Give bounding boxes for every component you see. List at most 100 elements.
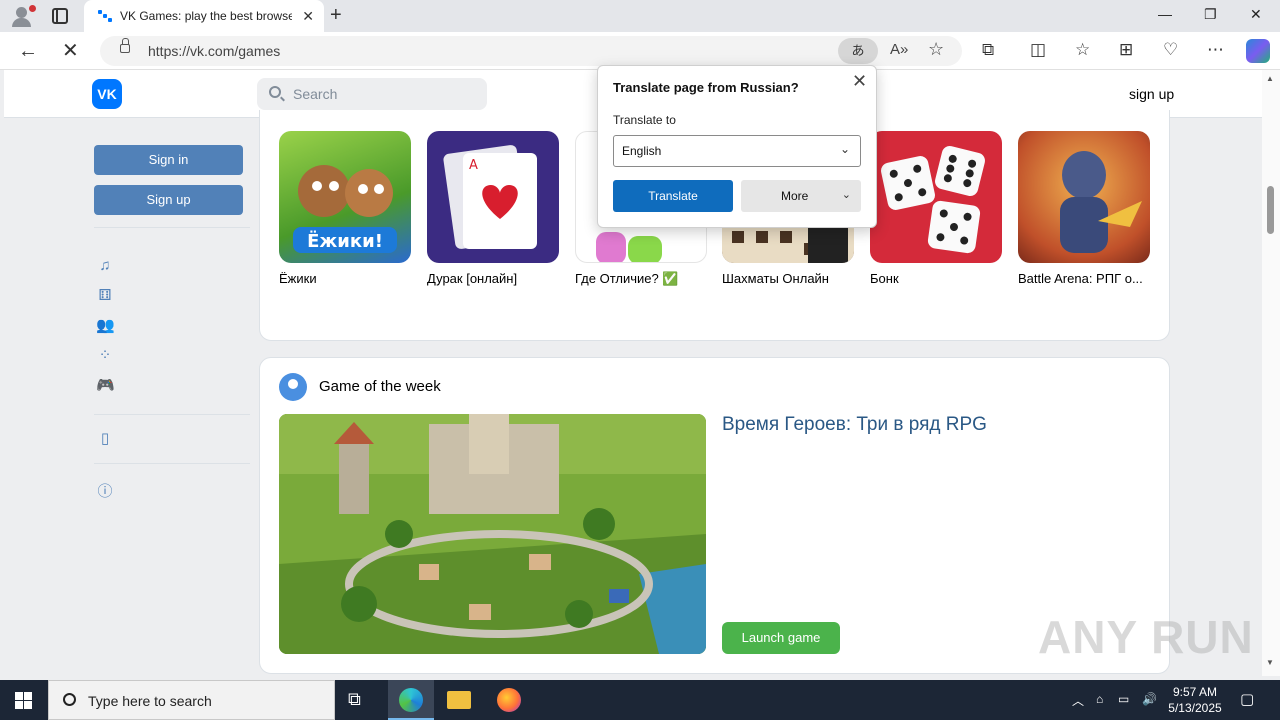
vk-favicon-icon <box>98 10 112 22</box>
sidebar-divider <box>94 463 250 464</box>
scroll-up-icon[interactable]: ▲ <box>1266 74 1274 83</box>
edge-icon[interactable] <box>399 688 423 712</box>
search-icon <box>269 86 281 98</box>
game-of-week-image[interactable] <box>279 414 706 654</box>
game-thumbnail[interactable]: Ёжики! <box>279 131 411 263</box>
split-screen-icon[interactable]: ◫ <box>1030 40 1046 60</box>
tab-actions-icon[interactable] <box>52 8 68 24</box>
window-close-icon[interactable]: ✕ <box>1250 6 1262 23</box>
address-bar[interactable]: https://vk.com/games あ A» ☆ <box>100 36 962 66</box>
scrollbar-thumb[interactable] <box>1267 186 1274 234</box>
windows-taskbar: Type here to search ⧉ ︿ ⌂ ▭ 🔊 9:57 AM 5/… <box>0 680 1280 720</box>
translate-icon[interactable]: あ <box>838 38 878 64</box>
collections-icon[interactable]: ⊞ <box>1119 40 1133 60</box>
tray-chevron-icon[interactable]: ︿ <box>1072 692 1084 709</box>
dice-icon[interactable]: ⚅ <box>96 287 114 305</box>
left-sidebar: Sign in Sign up ♫ ⚅ 👥 ⁘ 🎮 ▯ ⓘ <box>94 145 250 500</box>
vk-logo[interactable]: VK <box>92 79 122 109</box>
search-icon <box>63 693 76 706</box>
favorites-icon[interactable]: ☆ <box>1075 40 1090 60</box>
maximize-icon[interactable]: ❐ <box>1204 6 1217 23</box>
game-name[interactable]: Battle Arena: РПГ о... <box>1018 271 1150 286</box>
svg-text:A: A <box>469 158 478 173</box>
extensions-icon[interactable]: ⧉ <box>982 40 994 60</box>
taskbar-clock[interactable]: 9:57 AM 5/13/2025 <box>1165 684 1225 716</box>
scroll-down-icon[interactable]: ▼ <box>1266 658 1274 667</box>
browser-tab-active[interactable]: VK Games: play the best browser ✕ <box>84 0 324 32</box>
new-tab-icon[interactable]: + <box>330 4 342 27</box>
tab-bar: VK Games: play the best browser ✕ + — ❐ … <box>0 0 1280 32</box>
game-of-week-title[interactable]: Время Героев: Три в ряд RPG <box>722 414 987 436</box>
sign-up-button[interactable]: Sign up <box>94 185 243 215</box>
wifi-icon[interactable]: ▭ <box>1118 692 1129 706</box>
signup-link[interactable]: sign up <box>1129 86 1174 102</box>
warrior-art-icon <box>1060 151 1142 253</box>
profile-icon[interactable] <box>10 5 36 27</box>
game-tile[interactable]: A Дурак [онлайн] <box>427 131 559 286</box>
lock-icon[interactable] <box>120 38 130 53</box>
game-tile[interactable]: Бонк <box>870 131 1002 286</box>
browser-essentials-icon[interactable]: ♡ <box>1163 40 1178 60</box>
anyrun-watermark: ANY RUN <box>1038 611 1254 663</box>
more-button-label: More <box>781 189 809 203</box>
sidebar-divider <box>94 227 250 228</box>
file-explorer-icon[interactable] <box>447 691 471 709</box>
game-tile[interactable]: Battle Arena: РПГ о... <box>1018 131 1150 286</box>
language-select[interactable]: English ⌄ <box>613 135 861 167</box>
taskbar-search-box[interactable]: Type here to search <box>48 680 335 720</box>
sidebar-divider <box>94 414 250 415</box>
tab-close-icon[interactable]: ✕ <box>302 8 314 25</box>
favorite-star-icon[interactable]: ☆ <box>928 39 944 60</box>
firefox-icon[interactable] <box>497 688 521 712</box>
more-button[interactable]: More ⌄ <box>741 180 861 212</box>
people-icon[interactable]: 👥 <box>96 317 115 335</box>
game-thumbnail[interactable]: A <box>427 131 559 263</box>
gamepad-icon[interactable]: 🎮 <box>96 377 115 395</box>
svg-text:Ёжики!: Ёжики! <box>307 230 383 252</box>
page-scrollbar[interactable]: ▲ ▼ <box>1262 70 1280 676</box>
game-name[interactable]: Бонк <box>870 271 1002 286</box>
game-tile[interactable]: Ёжики! Ёжики <box>279 131 411 286</box>
award-icon <box>279 373 307 401</box>
clock-time: 9:57 AM <box>1172 685 1218 699</box>
launch-game-button[interactable]: Launch game <box>722 622 840 654</box>
dice-art-icon <box>881 146 985 254</box>
game-name[interactable]: Шахматы Онлайн <box>722 271 854 286</box>
url-text[interactable]: https://vk.com/games <box>148 43 280 59</box>
sign-in-button[interactable]: Sign in <box>94 145 243 175</box>
translate-button[interactable]: Translate <box>613 180 733 212</box>
back-icon[interactable]: ← <box>18 40 38 63</box>
game-thumbnail[interactable] <box>870 131 1002 263</box>
search-placeholder: Search <box>293 86 338 102</box>
castle-town-art-icon <box>279 414 706 654</box>
translate-popup-title: Translate page from Russian? <box>613 80 799 95</box>
info-icon[interactable]: ⓘ <box>96 483 114 501</box>
stop-loading-icon[interactable]: ✕ <box>62 38 79 63</box>
close-icon[interactable]: ✕ <box>852 71 867 92</box>
game-name[interactable]: Дурак [онлайн] <box>427 271 559 286</box>
music-icon[interactable]: ♫ <box>96 257 114 275</box>
hedgehog-art-icon: Ёжики! <box>293 165 397 253</box>
network-tray-icon[interactable]: ⌂ <box>1096 692 1103 706</box>
task-view-icon[interactable]: ⧉ <box>348 689 372 713</box>
taskbar-search-text: Type here to search <box>88 693 212 709</box>
phone-icon[interactable]: ▯ <box>96 430 114 448</box>
copilot-icon[interactable] <box>1246 39 1270 63</box>
clock-date: 5/13/2025 <box>1168 701 1222 715</box>
tab-title: VK Games: play the best browser <box>120 9 292 23</box>
settings-more-icon[interactable]: ⋯ <box>1207 40 1224 60</box>
windows-start-icon[interactable] <box>15 692 32 709</box>
game-name[interactable]: Ёжики <box>279 271 411 286</box>
volume-icon[interactable]: 🔊 <box>1142 692 1157 706</box>
language-select-value: English <box>622 144 662 158</box>
read-aloud-icon[interactable]: A» <box>890 41 908 58</box>
translate-popup: Translate page from Russian? ✕ Translate… <box>597 65 877 228</box>
search-input[interactable]: Search <box>257 78 487 110</box>
apps-icon[interactable]: ⁘ <box>96 347 114 365</box>
minimize-icon[interactable]: — <box>1158 6 1172 22</box>
game-name[interactable]: Где Отличие? ✅ <box>575 271 707 287</box>
notifications-icon[interactable]: ▢ <box>1240 690 1254 708</box>
game-thumbnail[interactable] <box>1018 131 1150 263</box>
chevron-down-icon: ⌄ <box>841 189 851 201</box>
game-of-week-heading: Game of the week <box>319 378 441 395</box>
